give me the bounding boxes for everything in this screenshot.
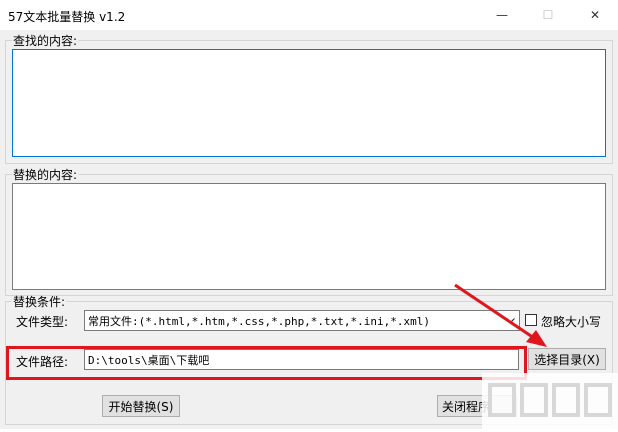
- start-replace-button[interactable]: 开始替换(S): [102, 395, 180, 417]
- window-client: 查找的内容: 替换的内容: 替换条件: 文件类型: 常用文件:(*.html,*…: [0, 30, 618, 429]
- minimize-button[interactable]: —: [479, 0, 525, 30]
- minimize-icon: —: [496, 8, 508, 22]
- watermark-logo: [482, 373, 618, 429]
- window-title: 57文本批量替换 v1.2: [8, 10, 126, 24]
- close-icon: ✕: [589, 8, 601, 22]
- maximize-icon: ☐: [542, 8, 554, 22]
- annotation-arrow: [454, 283, 547, 347]
- title-bar: 57文本批量替换 v1.2 — ☐ ✕: [0, 0, 618, 30]
- maximize-button[interactable]: ☐: [525, 0, 571, 30]
- close-button[interactable]: ✕: [572, 0, 618, 30]
